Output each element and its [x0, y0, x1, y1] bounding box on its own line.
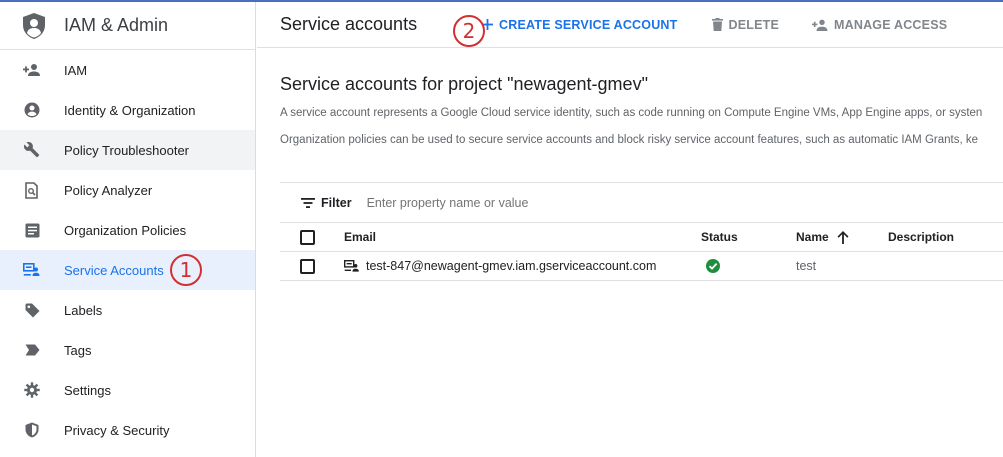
account-circle-icon	[22, 100, 42, 120]
shield-icon	[22, 420, 42, 440]
table-header-row: Email Status Name Description	[280, 223, 1003, 252]
sidebar-item-iam[interactable]: IAM	[0, 50, 255, 90]
delete-label: DELETE	[728, 17, 780, 32]
toolbar: Service accounts CREATE SERVICE ACCOUNT …	[257, 2, 1003, 48]
filter-bar: Filter	[280, 182, 1003, 223]
sidebar-item-privacy-security[interactable]: Privacy & Security	[0, 410, 255, 450]
name-cell: test	[796, 259, 817, 273]
delete-button[interactable]: DELETE	[711, 17, 780, 32]
sidebar-item-label: Privacy & Security	[64, 422, 170, 438]
service-account-icon	[344, 260, 360, 272]
organization-policy-note: Organization policies can be used to sec…	[280, 134, 979, 146]
row-checkbox[interactable]	[300, 258, 315, 274]
document-search-icon	[22, 180, 42, 200]
service-account-description: A service account represents a Google Cl…	[280, 107, 983, 119]
section-title: Service accounts for project "newagent-g…	[280, 74, 648, 94]
sidebar-item-label: Policy Analyzer	[64, 182, 153, 198]
trash-icon	[711, 18, 723, 31]
service-account-icon	[22, 260, 42, 280]
main-content: Service accounts CREATE SERVICE ACCOUNT …	[257, 2, 1003, 457]
sidebar-item-label: Organization Policies	[64, 222, 187, 238]
sort-ascending-arrow-icon	[837, 230, 849, 244]
person-add-icon	[22, 60, 42, 80]
column-header-status[interactable]: Status	[701, 230, 738, 244]
app-title: IAM & Admin	[64, 15, 169, 35]
column-header-name[interactable]: Name	[796, 230, 849, 244]
sidebar-item-label: Tags	[64, 342, 92, 358]
sidebar-item-label: Policy Troubleshooter	[64, 142, 190, 158]
label-arrow-icon	[22, 340, 42, 360]
service-accounts-table: Filter Email Status Name Description tes…	[280, 182, 1003, 281]
select-all-checkbox[interactable]	[300, 229, 315, 245]
sidebar-header: IAM & Admin	[0, 2, 255, 50]
sidebar-item-policy-analyzer[interactable]: Policy Analyzer	[0, 170, 255, 210]
service-account-email-link[interactable]: test-847@newagent-gmev.iam.gserviceaccou…	[366, 259, 656, 273]
article-icon	[22, 220, 42, 240]
sidebar-item-label: IAM	[64, 62, 88, 78]
email-cell: test-847@newagent-gmev.iam.gserviceaccou…	[344, 259, 656, 273]
table-row[interactable]: test-847@newagent-gmev.iam.gserviceaccou…	[280, 252, 1003, 281]
sidebar-item-tags[interactable]: Tags	[0, 330, 255, 370]
sidebar: IAM & Admin IAM Identity & Organization …	[0, 2, 256, 457]
annotation-marker-2: 2	[453, 15, 485, 47]
sidebar-item-settings[interactable]: Settings	[0, 370, 255, 410]
create-service-account-button[interactable]: CREATE SERVICE ACCOUNT	[482, 18, 678, 32]
annotation-marker-1: 1	[170, 254, 202, 286]
sidebar-item-policy-troubleshooter[interactable]: Policy Troubleshooter	[0, 130, 255, 170]
column-header-email[interactable]: Email	[344, 230, 376, 244]
sidebar-item-service-accounts[interactable]: Service Accounts 1	[0, 250, 255, 290]
filter-label: Filter	[321, 195, 352, 210]
person-add-icon	[812, 19, 828, 31]
gear-icon	[22, 380, 42, 400]
manage-access-label: MANAGE ACCESS	[834, 17, 948, 32]
wrench-icon	[22, 140, 42, 160]
status-enabled-check-icon	[706, 259, 720, 273]
sidebar-item-labels[interactable]: Labels	[0, 290, 255, 330]
tag-icon	[22, 300, 42, 320]
column-header-description[interactable]: Description	[888, 230, 954, 244]
sidebar-item-label: Identity & Organization	[64, 102, 196, 118]
sidebar-item-label: Service Accounts	[64, 262, 164, 278]
sidebar-item-organization-policies[interactable]: Organization Policies	[0, 210, 255, 250]
page-title: Service accounts	[280, 14, 418, 34]
manage-access-button[interactable]: MANAGE ACCESS	[812, 18, 947, 32]
column-header-name-label: Name	[796, 230, 829, 244]
filter-icon[interactable]	[301, 197, 315, 208]
filter-input[interactable]	[366, 195, 667, 210]
sidebar-item-label: Settings	[64, 382, 111, 398]
sidebar-item-label: Labels	[64, 302, 103, 318]
iam-shield-logo-icon	[18, 10, 50, 42]
sidebar-item-identity-organization[interactable]: Identity & Organization	[0, 90, 255, 130]
create-service-account-label: CREATE SERVICE ACCOUNT	[499, 17, 678, 32]
